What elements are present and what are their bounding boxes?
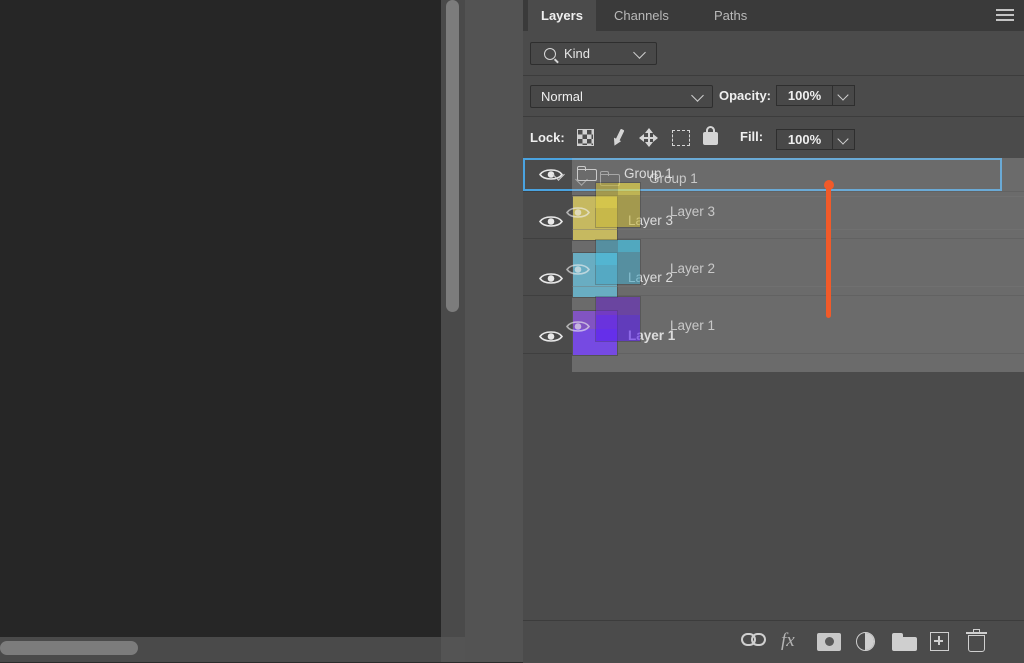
search-icon xyxy=(544,48,556,60)
layer-row-layer-1[interactable]: Layer 1 xyxy=(523,320,1024,354)
layer-thumbnail[interactable] xyxy=(572,195,618,241)
lock-position-icon[interactable] xyxy=(640,129,657,146)
fill-value: 100% xyxy=(777,132,832,147)
lock-transparent-pixels-icon[interactable] xyxy=(577,129,594,146)
lock-image-pixels-icon[interactable] xyxy=(609,129,626,146)
visibility-toggle-icon[interactable] xyxy=(538,329,564,344)
new-adjustment-layer-button[interactable] xyxy=(856,632,875,651)
opacity-stepper-button[interactable] xyxy=(833,85,855,106)
document-canvas[interactable] xyxy=(0,0,441,637)
new-group-button[interactable] xyxy=(892,633,917,651)
layer-filter-row: Kind T xyxy=(523,31,1024,76)
photoshop-window: Layers Channels Paths Kind T xyxy=(0,0,1024,662)
visibility-toggle-icon[interactable] xyxy=(538,271,564,286)
tab-channels[interactable]: Channels xyxy=(601,0,682,31)
canvas-horizontal-scrollbar-thumb[interactable] xyxy=(0,641,138,655)
tab-layers[interactable]: Layers xyxy=(528,0,596,31)
opacity-label: Opacity: xyxy=(719,88,771,103)
canvas-horizontal-scrollbar[interactable] xyxy=(0,637,441,662)
drag-drop-indicator xyxy=(826,182,831,318)
chevron-down-icon xyxy=(837,133,848,144)
tab-paths[interactable]: Paths xyxy=(701,0,760,31)
layer-thumbnail[interactable] xyxy=(572,310,618,356)
opacity-value: 100% xyxy=(777,88,832,103)
scrollbar-corner xyxy=(441,637,465,662)
add-layer-mask-button[interactable] xyxy=(817,633,841,651)
chevron-down-icon xyxy=(691,89,704,102)
layer-name[interactable]: Layer 3 xyxy=(628,213,673,228)
fill-input[interactable]: 100% xyxy=(776,129,833,150)
layer-style-fx-button[interactable]: fx xyxy=(781,633,795,649)
chevron-down-icon xyxy=(633,46,646,59)
lock-artboard-nesting-icon[interactable] xyxy=(672,130,690,146)
layers-panel: Layers Channels Paths Kind T xyxy=(523,0,1024,662)
panel-menu-icon[interactable] xyxy=(994,8,1016,24)
filter-kind-label: Kind xyxy=(564,46,590,61)
lock-row: Lock: Fill: 100% xyxy=(523,116,1024,159)
fill-stepper-button[interactable] xyxy=(833,129,855,150)
fill-label: Fill: xyxy=(740,129,763,144)
workspace-gap xyxy=(465,0,523,662)
delete-layer-button[interactable] xyxy=(967,631,986,652)
link-layers-button[interactable] xyxy=(741,633,767,647)
layer-thumbnail[interactable] xyxy=(572,252,618,298)
layer-selection-highlight xyxy=(523,158,1002,191)
layer-row-layer-3[interactable]: Layer 3 xyxy=(523,205,1024,239)
visibility-toggle-icon[interactable] xyxy=(538,214,564,229)
canvas-vertical-scrollbar-thumb[interactable] xyxy=(446,0,459,312)
blend-mode-row: Normal Opacity: 100% xyxy=(523,75,1024,117)
layers-panel-bottom-toolbar: fx xyxy=(523,620,1024,663)
blend-mode-value: Normal xyxy=(541,89,583,104)
layer-name[interactable]: Layer 1 xyxy=(628,328,675,343)
lock-label: Lock: xyxy=(530,130,565,145)
panel-tab-bar: Layers Channels Paths xyxy=(523,0,1024,31)
layer-row-group-1[interactable]: Group 1 xyxy=(523,158,1024,192)
layer-name[interactable]: Layer 2 xyxy=(628,270,673,285)
layer-row-layer-2[interactable]: Layer 2 xyxy=(523,262,1024,296)
layer-list[interactable]: Group 1 Layer 3 xyxy=(523,158,1024,620)
filter-kind-select[interactable]: Kind xyxy=(530,42,657,65)
blend-mode-select[interactable]: Normal xyxy=(530,85,713,108)
canvas-vertical-scrollbar[interactable] xyxy=(441,0,465,637)
lock-all-icon[interactable] xyxy=(703,132,718,145)
chevron-down-icon xyxy=(837,89,848,100)
opacity-input[interactable]: 100% xyxy=(776,85,833,106)
new-layer-button[interactable] xyxy=(930,632,949,651)
